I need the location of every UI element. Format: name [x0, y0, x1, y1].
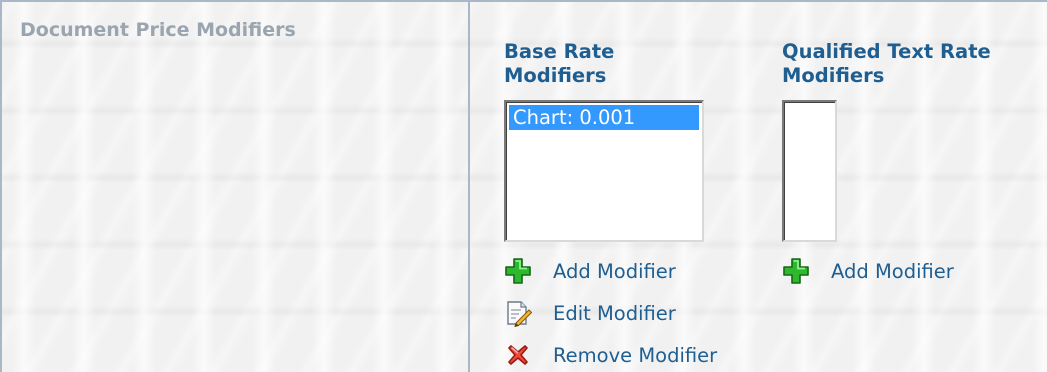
base-rate-add-modifier-button[interactable]: Add Modifier: [504, 257, 676, 285]
plus-icon: [505, 258, 531, 284]
base-rate-title: Base Rate Modifiers: [504, 40, 614, 88]
base-rate-title-line2: Modifiers: [504, 64, 607, 87]
base-rate-add-modifier-label: Add Modifier: [553, 259, 676, 283]
qualified-text-rate-title: Qualified Text Rate Modifiers: [782, 40, 991, 88]
base-rate-title-line1: Base Rate: [504, 40, 615, 63]
qualified-text-rate-title-line2: Modifiers: [782, 64, 885, 87]
plus-icon: [783, 258, 809, 284]
red-x-icon: [508, 345, 528, 365]
base-rate-modifiers-listbox[interactable]: Chart: 0.001: [504, 100, 704, 242]
qualified-text-rate-add-modifier-button[interactable]: Add Modifier: [782, 257, 954, 285]
section-label: Document Price Modifiers: [20, 19, 296, 41]
edit-modifier-button[interactable]: Edit Modifier: [504, 299, 676, 327]
base-rate-modifiers-column: Base Rate Modifiers Chart: 0.001 Add Mod…: [504, 40, 717, 367]
base-rate-list-item[interactable]: Chart: 0.001: [509, 105, 699, 130]
qualified-text-rate-modifiers-column: Qualified Text Rate Modifiers Add Modifi…: [782, 40, 991, 284]
column-divider: [468, 2, 470, 372]
remove-modifier-label: Remove Modifier: [553, 343, 718, 367]
edit-document-icon: [507, 301, 532, 327]
qualified-text-rate-modifiers-listbox[interactable]: [782, 100, 837, 242]
remove-modifier-button[interactable]: Remove Modifier: [504, 341, 717, 369]
document-price-modifiers-panel: Document Price Modifiers Base Rate Modif…: [0, 0, 1047, 372]
qualified-text-rate-title-line1: Qualified Text Rate: [782, 40, 991, 63]
qualified-text-rate-add-modifier-label: Add Modifier: [831, 259, 954, 283]
edit-modifier-label: Edit Modifier: [553, 301, 676, 325]
